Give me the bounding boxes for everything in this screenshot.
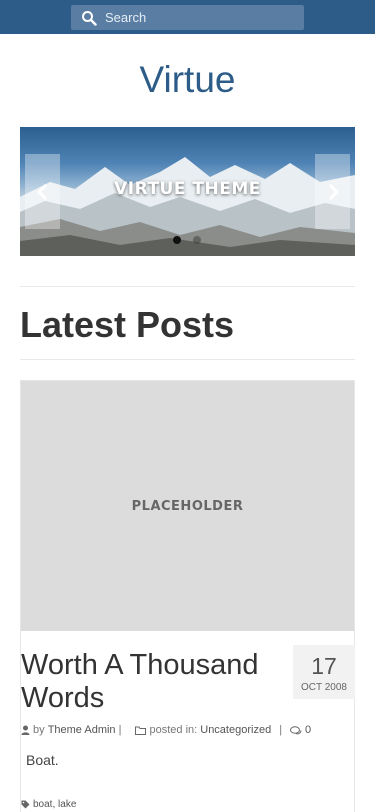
slide-caption: VIRTUE THEME <box>114 179 261 199</box>
slider-next-button[interactable] <box>315 154 350 229</box>
author-link[interactable]: Theme Admin <box>48 724 116 736</box>
post-tags: boat, lake <box>21 799 76 810</box>
post-excerpt: Boat. <box>26 752 59 768</box>
comments-count[interactable]: 0 <box>305 724 311 736</box>
post-image[interactable]: PLACEHOLDER <box>21 381 354 631</box>
post-date-day: 17 <box>311 653 337 679</box>
meta-separator: | <box>118 724 122 736</box>
search-input[interactable] <box>105 5 300 30</box>
post-date-month: OCT 2008 <box>301 682 347 693</box>
image-slider[interactable]: VIRTUE THEME <box>20 127 355 256</box>
post-card: PLACEHOLDER Worth A Thousand Words 17 OC… <box>20 380 355 812</box>
meta-posted-in-label: posted in: <box>149 724 198 736</box>
meta-by-label: by <box>33 724 45 736</box>
placeholder-label: PLACEHOLDER <box>131 498 244 514</box>
tag-link-boat[interactable]: boat <box>33 799 52 810</box>
post-meta: by Theme Admin | posted in: Uncategorize… <box>21 724 354 736</box>
category-link[interactable]: Uncategorized <box>200 724 271 736</box>
post-date: 17 OCT 2008 <box>293 645 355 699</box>
folder-icon <box>135 726 147 735</box>
slider-prev-button[interactable] <box>25 154 60 229</box>
chevron-right-icon <box>328 183 339 200</box>
user-icon <box>21 725 30 735</box>
search-box[interactable] <box>71 5 304 30</box>
post-title[interactable]: Worth A Thousand Words <box>21 649 291 715</box>
slider-dot-1[interactable] <box>173 236 181 244</box>
comments-icon <box>290 725 302 734</box>
slider-pagination <box>173 236 201 244</box>
section-title: Latest Posts <box>20 304 235 345</box>
tag-link-lake[interactable]: lake <box>58 799 76 810</box>
site-title[interactable]: Virtue <box>0 58 375 102</box>
chevron-left-icon <box>36 183 47 200</box>
divider <box>20 359 355 360</box>
search-icon[interactable] <box>81 10 97 26</box>
top-bar <box>0 0 375 34</box>
slider-dot-2[interactable] <box>193 236 201 244</box>
meta-separator: | <box>279 724 283 736</box>
tag-separator: , <box>52 799 56 810</box>
tag-icon <box>21 800 30 809</box>
divider <box>20 286 355 287</box>
